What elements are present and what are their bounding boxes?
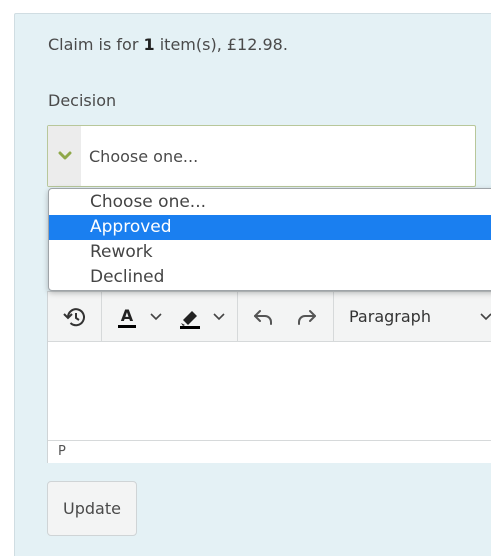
decision-options-list: Choose one... Approved Rework Declined	[48, 188, 491, 291]
decision-select-value: Choose one...	[89, 147, 199, 166]
block-format-chevron-icon[interactable]	[476, 302, 491, 332]
decision-label: Decision	[48, 91, 117, 110]
svg-text:A: A	[121, 306, 134, 325]
update-button[interactable]: Update	[47, 481, 137, 536]
editor-statusbar: P	[48, 440, 491, 463]
highlight-chevron-icon[interactable]	[208, 302, 230, 332]
highlight-color-icon[interactable]	[175, 302, 205, 332]
item-count: 1	[143, 35, 155, 54]
text-color-icon[interactable]: A	[112, 302, 142, 332]
chevron-down-icon	[48, 126, 81, 186]
editor-content-area[interactable]	[48, 342, 491, 440]
option-choose-one[interactable]: Choose one...	[49, 190, 491, 215]
undo-icon[interactable]	[248, 302, 278, 332]
option-declined[interactable]: Declined	[49, 265, 491, 290]
history-icon[interactable]	[58, 302, 92, 332]
decision-select[interactable]: Choose one...	[47, 125, 476, 187]
block-format-select[interactable]: Paragraph	[349, 307, 431, 326]
option-approved[interactable]: Approved	[49, 215, 491, 240]
text-color-chevron-icon[interactable]	[145, 302, 167, 332]
editor-toolbar: A Paragraph	[48, 292, 491, 342]
claim-summary: Claim is for 1 item(s), £12.98.	[48, 35, 288, 54]
rich-text-editor: A Paragraph P	[47, 291, 491, 463]
redo-icon[interactable]	[292, 302, 322, 332]
option-rework[interactable]: Rework	[49, 240, 491, 265]
element-path[interactable]: P	[58, 444, 66, 459]
